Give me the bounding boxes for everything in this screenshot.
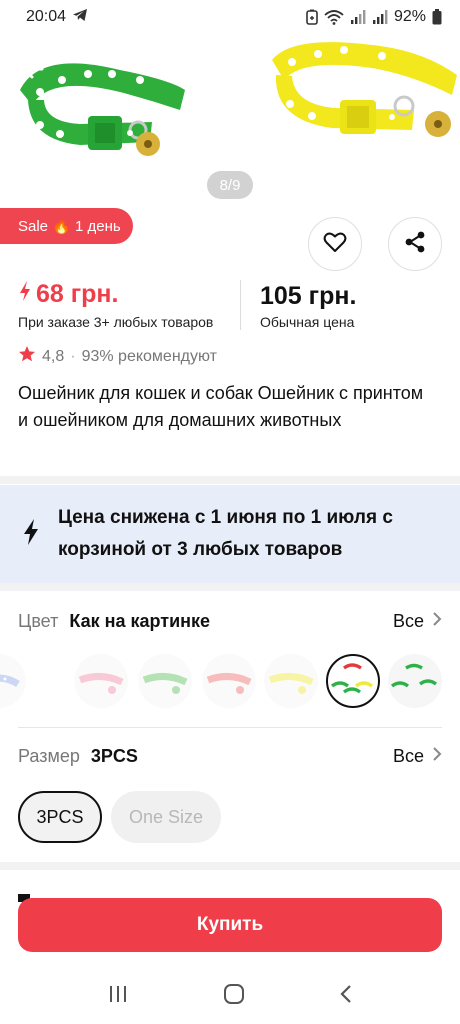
share-icon — [403, 230, 427, 259]
signal-icon — [350, 9, 366, 25]
buy-button[interactable]: Купить — [18, 898, 442, 952]
color-all-label: Все — [392, 611, 424, 631]
recommend-text: 93% рекомендуют — [81, 347, 217, 365]
size-label: Размер — [18, 746, 80, 766]
color-swatch[interactable] — [388, 654, 442, 708]
color-swatches — [0, 654, 460, 710]
star-icon — [18, 345, 36, 368]
size-all-label: Все — [392, 746, 424, 766]
color-swatch-selected[interactable] — [326, 654, 380, 708]
recent-apps-icon[interactable] — [107, 984, 129, 1009]
regular-price-note: Обычная цена — [260, 314, 355, 330]
battery-percent: 92% — [393, 8, 426, 25]
color-label: Цвет — [18, 611, 59, 631]
back-arrow-icon[interactable] — [18, 54, 48, 84]
size-option-one-size[interactable]: One Size — [111, 791, 221, 843]
size-all-button[interactable]: Все — [393, 746, 442, 767]
system-nav-bar — [0, 968, 460, 1024]
rating-value: 4,8 — [42, 347, 65, 365]
color-swatch[interactable] — [74, 654, 128, 708]
color-value: Как на картинке — [69, 611, 211, 631]
section-divider — [0, 862, 460, 870]
regular-price: 105 грн. — [260, 282, 357, 310]
back-icon[interactable] — [339, 983, 353, 1010]
battery-icon — [432, 9, 442, 25]
color-all-button[interactable]: Все — [393, 611, 442, 632]
product-title: Ошейник для кошек и собак Ошейник с прин… — [18, 383, 424, 430]
promo-banner-text: Цена снижена с 1 июня по 1 июля с корзин… — [58, 507, 393, 560]
lightning-icon — [22, 518, 40, 551]
section-divider — [0, 476, 460, 484]
status-bar: 20:04 92% — [0, 0, 460, 34]
share-button[interactable] — [388, 217, 442, 271]
promo-banner: Цена снижена с 1 июня по 1 июля с корзин… — [0, 485, 460, 583]
yellow-collar-image — [272, 42, 457, 137]
sale-badge: Sale 🔥 1 день — [0, 208, 133, 244]
signal-icon — [372, 9, 388, 25]
heart-icon — [323, 231, 347, 258]
price-divider — [240, 280, 241, 330]
telegram-icon — [72, 8, 88, 27]
lightning-icon — [18, 280, 32, 309]
size-row[interactable]: Размер 3PCS Все — [18, 746, 442, 767]
favorite-button[interactable] — [308, 217, 362, 271]
color-swatch[interactable] — [0, 654, 26, 708]
promo-price-value: 68 грн. — [36, 280, 119, 308]
promo-price: 68 грн. — [18, 280, 118, 309]
color-swatch[interactable] — [264, 654, 318, 708]
chevron-right-icon — [432, 611, 442, 632]
gallery-page-indicator: 8/9 — [207, 171, 253, 199]
battery-saver-icon — [306, 9, 318, 25]
rating-separator: · — [70, 347, 76, 365]
green-collar-image — [20, 63, 185, 156]
color-row[interactable]: Цвет Как на картинке Все — [18, 611, 442, 632]
size-option-3pcs[interactable]: 3PCS — [18, 791, 102, 843]
section-divider — [0, 583, 460, 591]
color-swatch[interactable] — [138, 654, 192, 708]
wifi-icon — [324, 9, 344, 25]
chevron-right-icon — [432, 746, 442, 767]
promo-price-note: При заказе 3+ любых товаров — [18, 314, 214, 330]
divider — [18, 727, 442, 728]
color-swatch[interactable] — [202, 654, 256, 708]
rating-row[interactable]: 4,8 · 93% рекомендуют — [18, 345, 217, 368]
size-value: 3PCS — [90, 746, 138, 766]
home-icon[interactable] — [223, 983, 245, 1010]
status-time: 20:04 — [26, 8, 67, 25]
price-block: 68 грн. При заказе 3+ любых товаров 105 … — [18, 280, 448, 336]
